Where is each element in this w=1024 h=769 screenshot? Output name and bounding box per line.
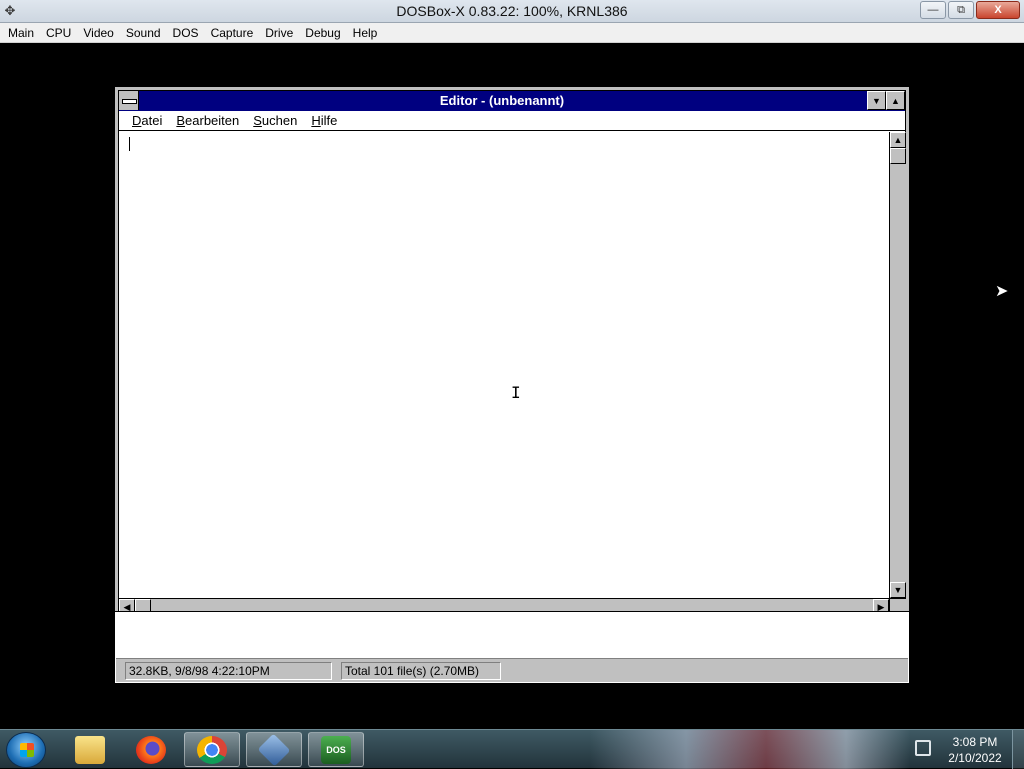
taskbar-firefox-button[interactable] [123, 732, 179, 767]
host-minimize-button[interactable]: — [920, 1, 946, 19]
taskbar-explorer-button[interactable] [62, 732, 118, 767]
dosbox-icon: DOS [321, 735, 351, 764]
editor-window: Editor - (unbenannt) ▼ ▲ Datei Bearbeite… [114, 86, 910, 684]
host-title-bar: ✥ DOSBox-X 0.83.22: 100%, KRNL386 — ⧉ X [0, 0, 1024, 23]
host-menu-bar: Main CPU Video Sound DOS Capture Drive D… [0, 23, 1024, 43]
system-clock[interactable]: 3:08 PM 2/10/2022 [940, 734, 1010, 766]
editor-title: Editor - (unbenannt) [439, 93, 565, 108]
editor-minimize-button[interactable]: ▼ [867, 91, 886, 110]
editor-menu-bar: Datei Bearbeiten Suchen Hilfe [119, 111, 905, 131]
taskbar-chrome-button[interactable] [184, 732, 240, 767]
folder-icon [75, 735, 105, 764]
menu-bearbeiten[interactable]: Bearbeiten [169, 113, 246, 128]
show-desktop-button[interactable] [1012, 730, 1024, 769]
status-selected-file: 32.8KB, 9/8/98 4:22:10PM [125, 662, 332, 680]
vertical-scrollbar[interactable]: ▲ ▼ [889, 132, 906, 598]
windows-logo-icon [20, 743, 34, 757]
menu-hilfe[interactable]: Hilfe [304, 113, 344, 128]
text-edit-area[interactable]: I [119, 132, 889, 598]
status-bar: 32.8KB, 9/8/98 4:22:10PM Total 101 file(… [116, 658, 908, 682]
menu-cpu[interactable]: CPU [40, 26, 77, 40]
menu-capture[interactable]: Capture [205, 26, 260, 40]
network-icon[interactable] [915, 740, 931, 756]
clock-time: 3:08 PM [952, 735, 998, 749]
status-total-files: Total 101 file(s) (2.70MB) [341, 662, 501, 680]
host-restore-button[interactable]: ⧉ [948, 1, 974, 19]
menu-drive[interactable]: Drive [259, 26, 299, 40]
host-close-button[interactable]: X [976, 1, 1020, 19]
ibeam-cursor-icon: I [511, 383, 521, 402]
firefox-icon [136, 735, 166, 764]
host-window-controls: — ⧉ X [920, 1, 1020, 19]
editor-title-bar[interactable]: Editor - (unbenannt) ▼ ▲ [119, 91, 905, 111]
vertical-scroll-thumb[interactable] [890, 148, 906, 164]
menu-video[interactable]: Video [77, 26, 119, 40]
editor-maximize-button[interactable]: ▲ [886, 91, 905, 110]
wallpaper-strip [590, 730, 910, 769]
background-window-panel: 32.8KB, 9/8/98 4:22:10PM Total 101 file(… [114, 611, 910, 684]
editor-frame: Editor - (unbenannt) ▼ ▲ Datei Bearbeite… [118, 90, 906, 680]
menu-sound[interactable]: Sound [120, 26, 167, 40]
taskbar: DOS 3:08 PM 2/10/2022 [0, 729, 1024, 769]
text-caret [129, 137, 130, 151]
start-button[interactable] [6, 732, 46, 768]
scroll-down-arrow-icon[interactable]: ▼ [890, 582, 906, 598]
menu-help[interactable]: Help [347, 26, 384, 40]
mouse-pointer-icon: ➤ [995, 283, 1009, 300]
chrome-icon [197, 735, 227, 764]
host-window-title: DOSBox-X 0.83.22: 100%, KRNL386 [396, 3, 628, 19]
menu-main[interactable]: Main [2, 26, 40, 40]
virtualbox-icon [257, 733, 291, 766]
scroll-up-arrow-icon[interactable]: ▲ [890, 132, 906, 148]
taskbar-dosbox-button[interactable]: DOS [308, 732, 364, 767]
menu-datei[interactable]: Datei [125, 113, 169, 128]
menu-debug[interactable]: Debug [299, 26, 346, 40]
system-menu-icon[interactable] [119, 91, 139, 110]
menu-suchen[interactable]: Suchen [246, 113, 304, 128]
menu-dos[interactable]: DOS [167, 26, 205, 40]
taskbar-virtualbox-button[interactable] [246, 732, 302, 767]
clock-date: 2/10/2022 [948, 751, 1002, 765]
